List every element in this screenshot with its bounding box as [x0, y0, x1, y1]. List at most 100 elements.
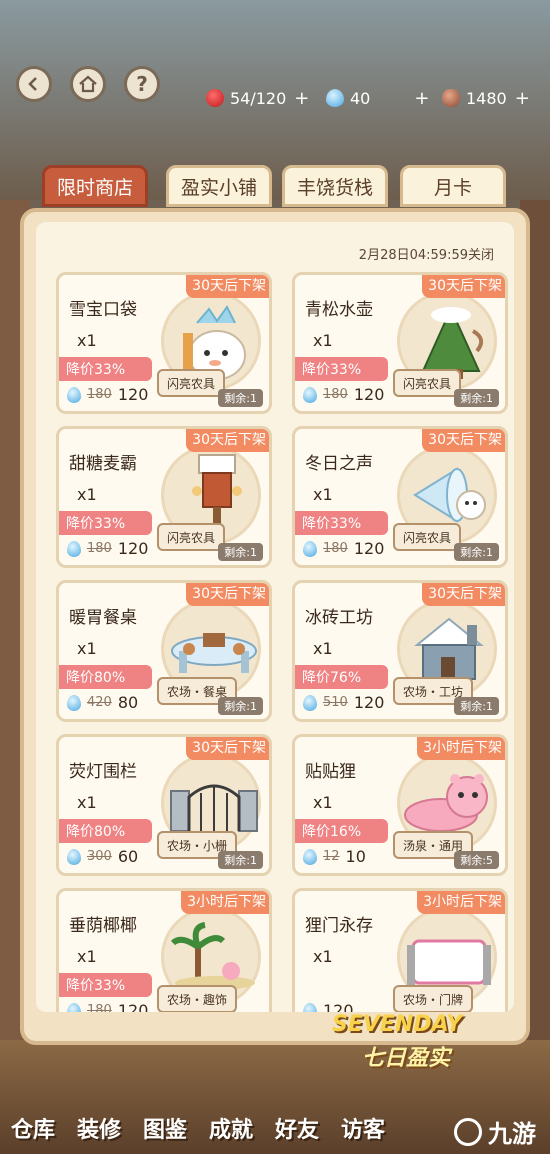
- seed-icon: [442, 89, 460, 107]
- expiry-ribbon: 30天后下架: [186, 737, 269, 760]
- sale-price: 120: [117, 385, 149, 404]
- expiry-ribbon: 3小时后下架: [417, 891, 505, 914]
- category-tag: 农场・趣饰: [157, 985, 238, 1012]
- remaining-stock: 剩余:1: [218, 389, 263, 407]
- discount-badge: 降价33%: [295, 511, 388, 535]
- item-name: 荧灯围栏: [69, 762, 137, 782]
- item-quantity: x1: [313, 331, 333, 350]
- shop-tabs: 限时商店 盈实小铺 丰饶货栈 月卡: [40, 165, 520, 209]
- seed-plus-button[interactable]: +: [515, 88, 530, 109]
- shop-item-card[interactable]: 30天后下架 暖胃餐桌 x1 降价80% 农场・餐桌 420 80 剩余:1: [56, 580, 272, 722]
- tab-warehouse[interactable]: 丰饶货栈: [282, 165, 388, 207]
- remaining-stock: 剩余:1: [218, 543, 263, 561]
- shop-item-card[interactable]: 30天后下架 青松水壶 x1 降价33% 闪亮农具 180 120 剩余:1: [292, 272, 508, 414]
- water-drop-icon: [303, 694, 317, 711]
- item-name: 垂荫椰椰: [69, 916, 137, 936]
- drop-resource[interactable]: 40 +: [326, 84, 429, 112]
- palm-decoration-icon: [171, 922, 255, 990]
- apple-count: 54/120: [230, 88, 287, 108]
- discount-badge: 降价80%: [59, 819, 152, 843]
- tab-monthly-card[interactable]: 月卡: [400, 165, 506, 207]
- water-drop-icon: [303, 1002, 317, 1012]
- nav-achievements[interactable]: 成就: [198, 1096, 264, 1154]
- top-bar: ? 54/120 + 40 + 1480 +: [0, 62, 550, 112]
- raccoon-gate-sign-icon: [407, 939, 491, 985]
- dining-table-icon: [171, 633, 257, 673]
- ice-workshop-icon: [414, 617, 484, 680]
- shop-item-card[interactable]: 30天后下架 甜糖麦霸 x1 降价33% 闪亮农具 180 120 剩余:1: [56, 426, 272, 568]
- price-row: 180 120: [67, 539, 148, 558]
- tab-small-shop[interactable]: 盈实小铺: [166, 165, 272, 207]
- watermark-text: 九游: [488, 1120, 536, 1148]
- help-icon: ?: [136, 72, 148, 96]
- item-quantity: x1: [77, 485, 97, 504]
- discount-badge: 降价33%: [295, 357, 388, 381]
- original-price: 180: [87, 541, 112, 556]
- shop-item-card[interactable]: 30天后下架 冬日之声 x1 降价33% 闪亮农具 180 120 剩余:1: [292, 426, 508, 568]
- nav-friends[interactable]: 好友: [264, 1096, 330, 1154]
- tab-limited-shop[interactable]: 限时商店: [42, 165, 148, 207]
- water-drop-icon: [67, 540, 81, 557]
- item-quantity: x1: [77, 947, 97, 966]
- back-button[interactable]: [16, 66, 52, 102]
- expiry-ribbon: 30天后下架: [186, 275, 269, 298]
- drop-plus-button[interactable]: +: [414, 88, 429, 109]
- discount-badge: 降价76%: [295, 665, 388, 689]
- sale-price: 80: [117, 693, 139, 712]
- item-name: 暖胃餐桌: [69, 608, 137, 628]
- item-quantity: x1: [77, 793, 97, 812]
- sale-price: 60: [117, 847, 139, 866]
- original-price: 180: [323, 541, 348, 556]
- item-quantity: x1: [77, 639, 97, 658]
- closing-time: 2月28日04:59:59关闭: [358, 248, 494, 263]
- apple-resource[interactable]: 54/120 +: [206, 84, 309, 112]
- expiry-ribbon: 3小时后下架: [181, 891, 269, 914]
- back-icon: [28, 77, 37, 91]
- seven-day-banner[interactable]: SEVENDAY 七日盈实: [326, 1012, 516, 1071]
- shop-item-card[interactable]: 30天后下架 荧灯围栏 x1 降价80% 农场・小栅 300 60 剩余:1: [56, 734, 272, 876]
- shop-item-card[interactable]: 30天后下架 雪宝口袋 x1 降价33% 闪亮农具 180 120 剩余:1: [56, 272, 272, 414]
- water-drop-icon: [303, 386, 317, 403]
- remaining-stock: 剩余:1: [454, 697, 499, 715]
- price-row: 180 120: [303, 539, 384, 558]
- price-row: 12 10: [303, 847, 366, 866]
- expiry-ribbon: 30天后下架: [422, 583, 505, 606]
- water-drop-icon: [67, 694, 81, 711]
- nav-visitors[interactable]: 访客: [330, 1096, 396, 1154]
- shop-panel-inner[interactable]: 2月28日04:59:59关闭 30天后下架 雪宝口袋 x1 降价33% 闪亮农…: [36, 222, 514, 1012]
- watermark: 九游: [454, 1114, 536, 1149]
- price-row: 180 120: [67, 385, 148, 404]
- sale-price: 120: [353, 693, 385, 712]
- item-name: 贴贴狸: [305, 762, 356, 782]
- water-drop-icon: [303, 540, 317, 557]
- discount-badge: 降价80%: [59, 665, 152, 689]
- nav-collection[interactable]: 图鉴: [132, 1096, 198, 1154]
- seed-resource[interactable]: 1480 +: [442, 84, 530, 112]
- original-price: 180: [87, 1003, 112, 1012]
- shop-item-card[interactable]: 3小时后下架 垂荫椰椰 x1 降价33% 农场・趣饰 180 120: [56, 888, 272, 1012]
- nav-warehouse[interactable]: 仓库: [0, 1096, 66, 1154]
- remaining-stock: 剩余:1: [454, 543, 499, 561]
- item-quantity: x1: [77, 331, 97, 350]
- nav-decorate[interactable]: 装修: [66, 1096, 132, 1154]
- item-quantity: x1: [313, 947, 333, 966]
- drop-count: 40: [350, 88, 371, 108]
- help-button[interactable]: ?: [124, 66, 160, 102]
- apple-plus-button[interactable]: +: [294, 88, 309, 109]
- remaining-stock: 剩余:1: [218, 697, 263, 715]
- original-price: 510: [323, 695, 348, 710]
- item-quantity: x1: [313, 485, 333, 504]
- price-row: 120: [303, 1001, 354, 1012]
- water-drop-icon: [326, 89, 344, 107]
- original-price: 300: [87, 849, 112, 864]
- water-drop-icon: [67, 848, 81, 865]
- water-drop-icon: [67, 386, 81, 403]
- shop-item-card[interactable]: 3小时后下架 狸门永存 x1 农场・门牌 120: [292, 888, 508, 1012]
- sale-price: 120: [353, 385, 385, 404]
- watermark-logo-icon: [454, 1117, 482, 1146]
- category-tag: 闪亮农具: [157, 523, 226, 551]
- shop-item-card[interactable]: 30天后下架 冰砖工坊 x1 降价76% 农场・工坊 510 120 剩余:1: [292, 580, 508, 722]
- item-name: 雪宝口袋: [69, 300, 137, 320]
- shop-item-card[interactable]: 3小时后下架 贴贴狸 x1 降价16% 汤泉・通用 12 10 剩余:5: [292, 734, 508, 876]
- home-button[interactable]: [70, 66, 106, 102]
